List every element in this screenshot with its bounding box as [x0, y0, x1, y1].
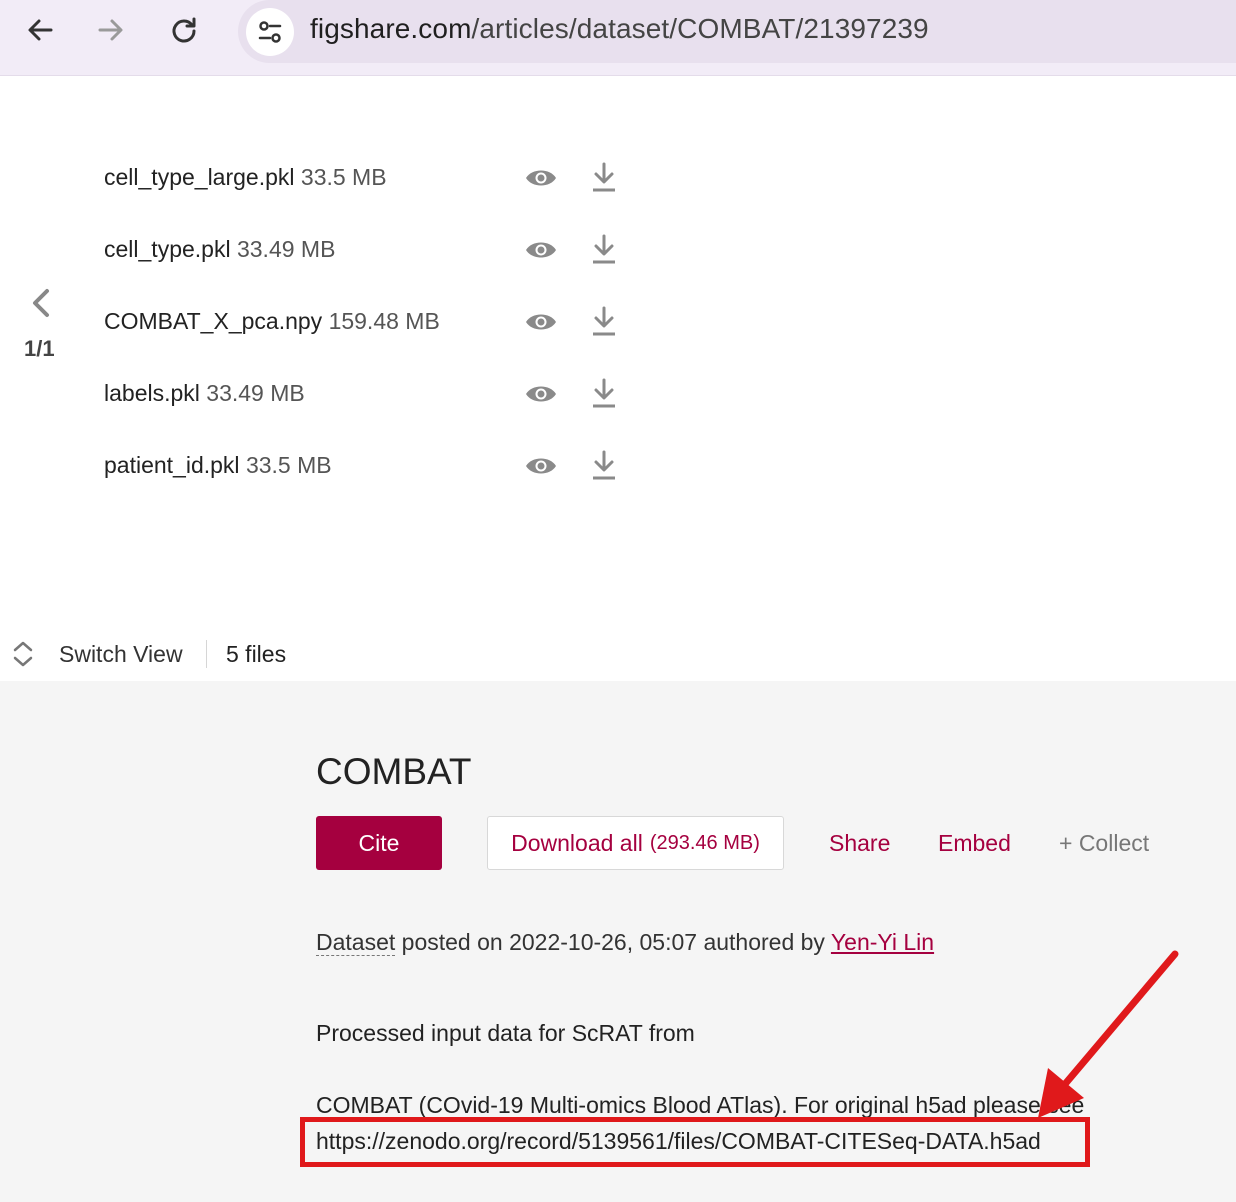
browser-toolbar: figshare.com/articles/dataset/COMBAT/213… — [0, 0, 1236, 76]
download-all-label: Download all — [511, 829, 643, 856]
file-size: 33.5 MB — [300, 164, 387, 190]
item-title: COMBAT — [316, 751, 472, 792]
file-name: patient_id.pkl — [104, 452, 240, 478]
download-icon[interactable] — [590, 161, 618, 193]
back-arrow-icon[interactable] — [20, 10, 60, 50]
download-all-button[interactable]: Download all (293.46 MB) — [487, 816, 784, 870]
file-name: labels.pkl — [104, 380, 200, 406]
viewer-footer: Switch View 5 files — [0, 632, 1236, 680]
reload-icon[interactable] — [164, 10, 204, 50]
footer-divider — [206, 640, 207, 668]
switch-view-button[interactable]: Switch View — [59, 641, 183, 668]
file-row: patient_id.pkl 33.5 MB — [104, 448, 644, 484]
file-name-label[interactable]: patient_id.pkl 33.5 MB — [104, 452, 332, 479]
annotation-highlight-box — [300, 1117, 1090, 1167]
download-icon[interactable] — [590, 233, 618, 265]
item-type[interactable]: Dataset — [316, 929, 396, 956]
description-line-1: Processed input data for ScRAT from — [316, 1020, 695, 1046]
forward-arrow-icon[interactable] — [91, 10, 131, 50]
file-row: labels.pkl 33.49 MB — [104, 376, 644, 412]
file-size: 33.49 MB — [206, 380, 305, 406]
file-row: COMBAT_X_pca.npy 159.48 MB — [104, 304, 644, 340]
site-info-icon[interactable] — [246, 8, 294, 56]
pager-count: 1/1 — [24, 336, 55, 361]
collect-link[interactable]: + Collect — [1059, 830, 1149, 857]
url-text[interactable]: figshare.com/articles/dataset/COMBAT/213… — [310, 13, 929, 45]
file-name-label[interactable]: COMBAT_X_pca.npy 159.48 MB — [104, 308, 440, 335]
preview-eye-icon[interactable] — [524, 380, 558, 408]
item-meta: Dataset posted on 2022-10-26, 05:07 auth… — [316, 929, 934, 956]
file-name-label[interactable]: cell_type_large.pkl 33.5 MB — [104, 164, 387, 191]
switch-view-chevrons-icon[interactable] — [10, 640, 36, 668]
download-icon[interactable] — [590, 449, 618, 481]
annotation-arrow-icon — [1038, 950, 1179, 1118]
file-name: cell_type.pkl — [104, 236, 231, 262]
posted-text: posted on 2022-10-26, 05:07 authored by — [395, 929, 831, 955]
file-size: 33.5 MB — [245, 452, 332, 478]
description-line-2: COMBAT (COvid-19 Multi-omics Blood ATlas… — [316, 1092, 1085, 1118]
file-name-label[interactable]: labels.pkl 33.49 MB — [104, 380, 305, 407]
file-size: 33.49 MB — [236, 236, 336, 262]
url-domain: figshare.com — [310, 13, 472, 44]
file-size: 159.48 MB — [328, 308, 440, 334]
file-name: cell_type_large.pkl — [104, 164, 295, 190]
preview-eye-icon[interactable] — [524, 236, 558, 264]
author-link[interactable]: Yen-Yi Lin — [831, 929, 934, 955]
preview-eye-icon[interactable] — [524, 164, 558, 192]
file-row: cell_type_large.pkl 33.5 MB — [104, 160, 644, 196]
embed-link[interactable]: Embed — [938, 830, 1011, 857]
file-name-label[interactable]: cell_type.pkl 33.49 MB — [104, 236, 335, 263]
previous-page-chevron-icon[interactable] — [26, 286, 56, 320]
files-count: 5 files — [226, 641, 287, 667]
download-all-size: (293.46 MB) — [649, 831, 760, 854]
file-row: cell_type.pkl 33.49 MB — [104, 232, 644, 268]
preview-eye-icon[interactable] — [524, 308, 558, 336]
preview-eye-icon[interactable] — [524, 452, 558, 480]
download-icon[interactable] — [590, 377, 618, 409]
share-link[interactable]: Share — [829, 830, 890, 857]
url-path: /articles/dataset/COMBAT/21397239 — [471, 13, 929, 44]
download-icon[interactable] — [590, 305, 618, 337]
cite-button[interactable]: Cite — [316, 816, 442, 870]
file-name: COMBAT_X_pca.npy — [104, 308, 323, 334]
